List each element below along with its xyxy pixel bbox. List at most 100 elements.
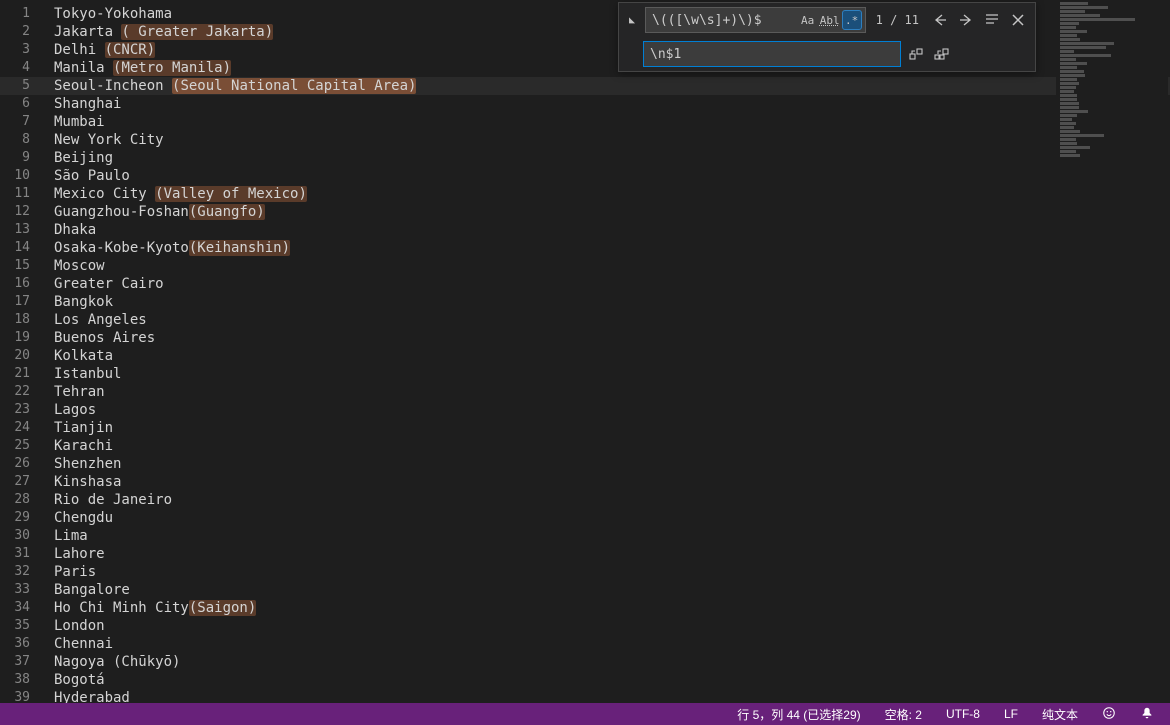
editor-line[interactable]: 14Osaka-Kobe-Kyoto(Keihanshin) <box>0 239 1170 257</box>
status-encoding[interactable]: UTF-8 <box>940 707 986 721</box>
editor-line[interactable]: 10São Paulo <box>0 167 1170 185</box>
line-text[interactable]: Delhi (CNCR) <box>40 41 155 59</box>
status-language[interactable]: 纯文本 <box>1036 706 1084 723</box>
line-text[interactable]: Ho Chi Minh City(Saigon) <box>40 599 256 617</box>
minimap[interactable] <box>1056 2 1168 702</box>
line-text-plain: Paris <box>54 564 96 580</box>
line-text[interactable]: Tokyo-Yokohama <box>40 5 172 23</box>
line-text[interactable]: Guangzhou-Foshan(Guangfo) <box>40 203 265 221</box>
line-text[interactable]: Bangkok <box>40 293 113 311</box>
line-text[interactable]: Jakarta ( Greater Jakarta) <box>40 23 273 41</box>
editor-line[interactable]: 33Bangalore <box>0 581 1170 599</box>
line-text[interactable]: Beijing <box>40 149 113 167</box>
previous-match-button[interactable] <box>929 9 951 31</box>
line-text[interactable]: Chengdu <box>40 509 113 527</box>
next-match-button[interactable] <box>955 9 977 31</box>
line-text[interactable]: Seoul-Incheon (Seoul National Capital Ar… <box>40 77 416 95</box>
line-text[interactable]: Rio de Janeiro <box>40 491 172 509</box>
line-text[interactable]: Hyderabad <box>40 689 130 703</box>
replace-input[interactable] <box>643 41 901 67</box>
toggle-replace-icon[interactable]: ◣ <box>625 7 639 33</box>
editor-line[interactable]: 12Guangzhou-Foshan(Guangfo) <box>0 203 1170 221</box>
editor-line[interactable]: 20Kolkata <box>0 347 1170 365</box>
editor-lines[interactable]: 1Tokyo-Yokohama2Jakarta ( Greater Jakart… <box>0 5 1170 703</box>
line-text[interactable]: Shenzhen <box>40 455 121 473</box>
line-text[interactable]: Paris <box>40 563 96 581</box>
text-editor[interactable]: 1Tokyo-Yokohama2Jakarta ( Greater Jakart… <box>0 0 1170 703</box>
find-in-selection-button[interactable] <box>981 9 1003 31</box>
editor-line[interactable]: 16Greater Cairo <box>0 275 1170 293</box>
editor-line[interactable]: 23Lagos <box>0 401 1170 419</box>
line-text[interactable]: Bangalore <box>40 581 130 599</box>
match-case-toggle[interactable]: Aa <box>798 10 818 30</box>
editor-line[interactable]: 21Istanbul <box>0 365 1170 383</box>
line-text[interactable]: Dhaka <box>40 221 96 239</box>
editor-line[interactable]: 38Bogotá <box>0 671 1170 689</box>
editor-line[interactable]: 28Rio de Janeiro <box>0 491 1170 509</box>
editor-line[interactable]: 37Nagoya (Chūkyō) <box>0 653 1170 671</box>
line-text[interactable]: New York City <box>40 131 164 149</box>
whole-word-toggle[interactable]: Abl <box>820 10 840 30</box>
line-text[interactable]: Istanbul <box>40 365 121 383</box>
replace-one-button[interactable] <box>905 43 927 65</box>
line-text[interactable]: Lima <box>40 527 88 545</box>
editor-line[interactable]: 5Seoul-Incheon (Seoul National Capital A… <box>0 77 1170 95</box>
line-text[interactable]: Bogotá <box>40 671 105 689</box>
arrow-right-icon <box>958 12 974 28</box>
line-text[interactable]: Greater Cairo <box>40 275 164 293</box>
editor-line[interactable]: 15Moscow <box>0 257 1170 275</box>
line-text[interactable]: Buenos Aires <box>40 329 155 347</box>
editor-line[interactable]: 24Tianjin <box>0 419 1170 437</box>
line-text[interactable]: Osaka-Kobe-Kyoto(Keihanshin) <box>40 239 290 257</box>
line-text[interactable]: Mexico City (Valley of Mexico) <box>40 185 307 203</box>
editor-line[interactable]: 25Karachi <box>0 437 1170 455</box>
editor-line[interactable]: 6Shanghai <box>0 95 1170 113</box>
line-number: 37 <box>0 653 40 671</box>
editor-line[interactable]: 34Ho Chi Minh City(Saigon) <box>0 599 1170 617</box>
editor-line[interactable]: 31Lahore <box>0 545 1170 563</box>
editor-line[interactable]: 32Paris <box>0 563 1170 581</box>
regex-toggle[interactable]: .* <box>842 10 862 30</box>
editor-line[interactable]: 36Chennai <box>0 635 1170 653</box>
line-text[interactable]: Kinshasa <box>40 473 121 491</box>
line-text[interactable]: Tehran <box>40 383 105 401</box>
editor-line[interactable]: 13Dhaka <box>0 221 1170 239</box>
editor-line[interactable]: 11Mexico City (Valley of Mexico) <box>0 185 1170 203</box>
line-text[interactable]: London <box>40 617 105 635</box>
editor-line[interactable]: 29Chengdu <box>0 509 1170 527</box>
editor-line[interactable]: 30Lima <box>0 527 1170 545</box>
editor-line[interactable]: 19Buenos Aires <box>0 329 1170 347</box>
replace-all-button[interactable] <box>931 43 953 65</box>
editor-line[interactable]: 26Shenzhen <box>0 455 1170 473</box>
line-text[interactable]: Moscow <box>40 257 105 275</box>
status-eol[interactable]: LF <box>998 707 1024 721</box>
line-text[interactable]: Shanghai <box>40 95 121 113</box>
status-feedback[interactable] <box>1096 706 1122 723</box>
editor-line[interactable]: 18Los Angeles <box>0 311 1170 329</box>
line-text-plain: Mexico City <box>54 186 155 202</box>
close-find-button[interactable] <box>1007 9 1029 31</box>
editor-line[interactable]: 8New York City <box>0 131 1170 149</box>
line-text[interactable]: Tianjin <box>40 419 113 437</box>
line-text[interactable]: São Paulo <box>40 167 130 185</box>
line-text[interactable]: Lahore <box>40 545 105 563</box>
line-text[interactable]: Karachi <box>40 437 113 455</box>
editor-line[interactable]: 7Mumbai <box>0 113 1170 131</box>
status-indent[interactable]: 空格: 2 <box>879 706 928 723</box>
status-cursor[interactable]: 行 5，列 44 (已选择29) <box>731 706 866 723</box>
line-text[interactable]: Lagos <box>40 401 96 419</box>
editor-line[interactable]: 22Tehran <box>0 383 1170 401</box>
editor-line[interactable]: 9Beijing <box>0 149 1170 167</box>
line-text[interactable]: Manila (Metro Manila) <box>40 59 231 77</box>
line-text[interactable]: Los Angeles <box>40 311 147 329</box>
editor-line[interactable]: 39Hyderabad <box>0 689 1170 703</box>
editor-line[interactable]: 27Kinshasa <box>0 473 1170 491</box>
editor-line[interactable]: 35London <box>0 617 1170 635</box>
status-notifications[interactable] <box>1134 706 1160 723</box>
match-count: 1 / 11 <box>870 13 925 27</box>
line-text[interactable]: Nagoya (Chūkyō) <box>40 653 180 671</box>
line-text[interactable]: Chennai <box>40 635 113 653</box>
line-text[interactable]: Mumbai <box>40 113 105 131</box>
editor-line[interactable]: 17Bangkok <box>0 293 1170 311</box>
line-text[interactable]: Kolkata <box>40 347 113 365</box>
